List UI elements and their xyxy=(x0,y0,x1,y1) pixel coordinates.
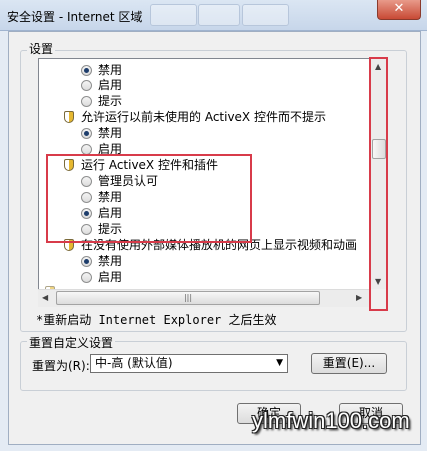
selected-level: 中-高 (默认值) xyxy=(95,356,173,370)
radio-button[interactable] xyxy=(81,80,92,91)
radio-button[interactable] xyxy=(81,65,92,76)
reset-to-label: 重置为(R): xyxy=(32,359,90,373)
category-label: 允许运行以前未使用的 ActiveX 控件而不提示 xyxy=(81,110,326,124)
radio-button[interactable] xyxy=(81,256,92,267)
reset-button[interactable]: 重置(E)... xyxy=(311,353,387,374)
highlight-box-activex xyxy=(46,154,252,243)
option-label: 禁用 xyxy=(98,63,123,77)
close-icon: ✕ xyxy=(393,1,405,16)
highlight-box-scrollbar xyxy=(369,57,388,311)
title-bar: 安全设置 - Internet 区域 ✕ xyxy=(0,0,427,31)
window-title: 安全设置 - Internet 区域 xyxy=(7,10,143,24)
option-label: 提示 xyxy=(98,94,123,108)
site-watermark: ylmfwin100.com xyxy=(252,408,410,433)
scroll-right-arrow-icon[interactable]: ▶ xyxy=(356,293,362,302)
security-shield-icon xyxy=(64,111,74,123)
scroll-left-arrow-icon[interactable]: ◀ xyxy=(42,293,48,302)
restart-note: *重新启动 Internet Explorer 之后生效 xyxy=(36,313,277,327)
option-label: 启用 xyxy=(98,270,123,284)
security-level-select[interactable]: 中-高 (默认值) ▼ xyxy=(90,354,288,373)
option-label: 禁用 xyxy=(98,126,123,140)
horizontal-scroll-thumb[interactable]: ||| xyxy=(56,291,320,305)
option-label: 启用 xyxy=(98,78,123,92)
reset-group-label: 重置自定义设置 xyxy=(27,334,116,351)
settings-group-label: 设置 xyxy=(27,40,56,57)
radio-button[interactable] xyxy=(81,272,92,283)
chevron-down-icon: ▼ xyxy=(276,358,283,368)
radio-button[interactable] xyxy=(81,128,92,139)
close-button[interactable]: ✕ xyxy=(377,0,421,20)
background-window-tab xyxy=(150,4,197,26)
background-window-tab xyxy=(242,4,289,26)
radio-button[interactable] xyxy=(81,96,92,107)
background-window-tab xyxy=(198,4,240,26)
option-label: 禁用 xyxy=(98,254,123,268)
